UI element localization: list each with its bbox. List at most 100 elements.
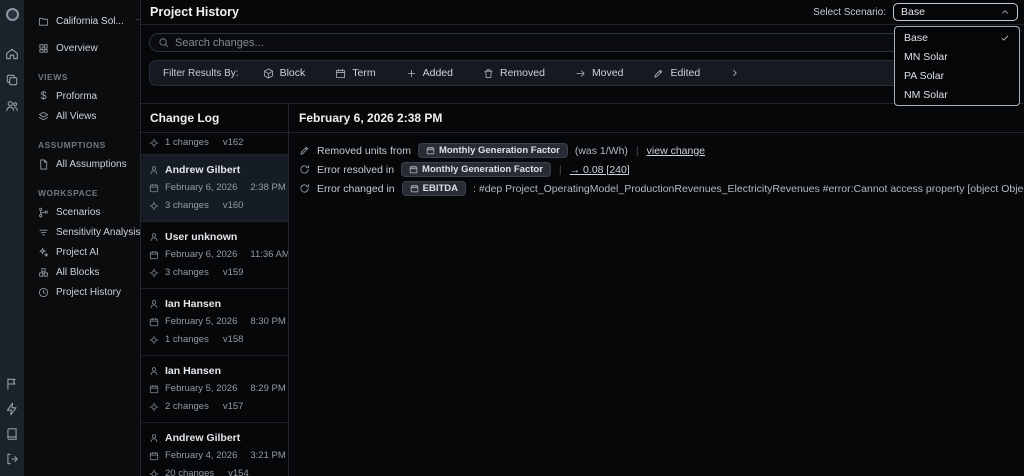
calendar-icon xyxy=(149,317,159,327)
sidebar-item-all-views[interactable]: All Views xyxy=(24,106,140,126)
sparkles-icon xyxy=(38,247,49,258)
menu-item-base[interactable]: Base xyxy=(895,28,1019,47)
pencil-icon xyxy=(299,145,310,156)
view-change-link[interactable]: view change xyxy=(647,145,705,157)
clock-icon xyxy=(38,287,49,298)
block-chip-label: EBITDA xyxy=(422,183,459,194)
commit-icon xyxy=(149,469,159,476)
pencil-icon xyxy=(653,68,664,79)
change-log-entry[interactable]: Andrew Gilbert February 6, 2026 2:38 PM … xyxy=(141,155,288,222)
version-label: v160 xyxy=(222,200,244,211)
trash-icon xyxy=(483,68,494,79)
projects-icon[interactable] xyxy=(5,73,19,87)
menu-item-mn-solar[interactable]: MN Solar xyxy=(895,47,1019,66)
calendar-icon xyxy=(409,165,418,174)
detail-title: February 6, 2026 2:38 PM xyxy=(289,104,1024,133)
menu-item-pa-solar[interactable]: PA Solar xyxy=(895,66,1019,85)
book-icon[interactable] xyxy=(5,427,19,441)
entry-date: February 4, 2026 xyxy=(165,450,238,461)
change-log-entry-partial[interactable]: 1 changes v162 xyxy=(141,133,288,155)
blocks-icon xyxy=(38,267,49,278)
main-header: Project History Select Scenario: Base xyxy=(141,0,1024,25)
filter-chip-added[interactable]: Added xyxy=(406,67,453,79)
search-input[interactable] xyxy=(175,36,1007,49)
change-log-entry[interactable]: Ian Hansen February 5, 2026 8:29 PM 2 ch… xyxy=(141,356,288,423)
value-change-link[interactable]: → 0.08 [240] xyxy=(570,164,630,176)
sidebar-item-scenarios[interactable]: Scenarios xyxy=(24,202,140,222)
grid-icon xyxy=(38,43,49,54)
layers-icon xyxy=(38,111,49,122)
change-log-entry[interactable]: Ian Hansen February 5, 2026 8:30 PM 1 ch… xyxy=(141,289,288,356)
change-description: Removed units from xyxy=(317,144,411,157)
change-row: Error resolved in Monthly Generation Fac… xyxy=(299,160,1024,179)
block-chip[interactable]: Monthly Generation Factor xyxy=(417,143,568,158)
changes-count: 1 changes xyxy=(165,137,209,148)
commit-icon xyxy=(149,335,159,345)
logout-icon[interactable] xyxy=(5,452,19,466)
changes-count: 1 changes xyxy=(165,334,209,345)
cube-icon xyxy=(263,68,274,79)
sidebar-item-label: Overview xyxy=(56,42,98,54)
change-log-entry[interactable]: Andrew Gilbert February 4, 2026 3:21 PM … xyxy=(141,423,288,476)
project-name: California Sol... xyxy=(56,15,124,27)
error-message: : #dep Project_OperatingModel_Production… xyxy=(473,182,1024,195)
changes-count: 3 changes xyxy=(165,267,209,278)
sidebar-item-sensitivity-analysis[interactable]: Sensitivity Analysis xyxy=(24,222,140,242)
sidebar-item-all-assumptions[interactable]: All Assumptions xyxy=(24,154,140,174)
flag-icon[interactable] xyxy=(5,377,19,391)
sidebar-item-label: Project AI xyxy=(56,246,99,258)
sidebar: California Sol... Overview VIEWS $ Profo… xyxy=(24,0,140,476)
commit-icon xyxy=(149,268,159,278)
filter-chip-label: Term xyxy=(352,67,376,79)
filter-chip-edited[interactable]: Edited xyxy=(653,67,700,79)
entry-date: February 6, 2026 xyxy=(165,249,238,260)
sidebar-item-all-blocks[interactable]: All Blocks xyxy=(24,262,140,282)
app-logo-icon[interactable] xyxy=(5,8,19,21)
arrow-right-icon xyxy=(575,68,586,79)
menu-item-label: MN Solar xyxy=(904,50,948,63)
calendar-icon xyxy=(149,183,159,193)
change-log-entry[interactable]: User unknown February 6, 2026 11:36 AM 3… xyxy=(141,222,288,289)
content-split: Change Log 1 changes v162 Andrew Gilbert xyxy=(141,103,1024,476)
filter-chip-term[interactable]: Term xyxy=(335,67,376,79)
zap-icon[interactable] xyxy=(5,402,19,416)
filter-chip-block[interactable]: Block xyxy=(263,67,306,79)
home-icon[interactable] xyxy=(5,47,19,61)
users-icon[interactable] xyxy=(5,99,19,113)
menu-item-label: Base xyxy=(904,31,928,44)
project-selector[interactable]: California Sol... xyxy=(24,10,140,32)
sidebar-item-project-ai[interactable]: Project AI xyxy=(24,242,140,262)
block-chip[interactable]: Monthly Generation Factor xyxy=(401,162,551,177)
menu-item-nm-solar[interactable]: NM Solar xyxy=(895,85,1019,104)
commit-icon xyxy=(149,138,159,148)
filter-lines-icon xyxy=(38,227,49,238)
sidebar-item-label: All Assumptions xyxy=(56,158,127,170)
entry-author: Andrew Gilbert xyxy=(165,164,241,176)
filter-chip-removed[interactable]: Removed xyxy=(483,67,545,79)
calendar-icon xyxy=(149,451,159,461)
entry-time: 3:21 PM xyxy=(250,450,286,461)
change-log-title: Change Log xyxy=(141,104,288,133)
sync-error-icon xyxy=(299,164,310,175)
search-bar xyxy=(149,33,1016,52)
sidebar-item-project-history[interactable]: Project History xyxy=(24,282,140,302)
version-label: v154 xyxy=(228,468,249,476)
scenario-menu: Base MN Solar PA Solar NM Solar xyxy=(894,26,1020,106)
change-description: Error resolved in xyxy=(317,163,395,176)
sidebar-item-label: All Blocks xyxy=(56,266,100,278)
section-workspace: WORKSPACE xyxy=(38,188,99,198)
filter-chip-moved[interactable]: Moved xyxy=(575,67,623,79)
chevron-up-icon xyxy=(1000,7,1010,17)
block-chip[interactable]: EBITDA xyxy=(401,181,467,196)
entry-date: February 5, 2026 xyxy=(165,316,238,327)
entry-time: 8:29 PM xyxy=(250,383,286,394)
chevron-right-icon[interactable] xyxy=(730,68,740,78)
person-icon xyxy=(149,232,159,242)
scenario-label: Select Scenario: xyxy=(813,6,886,18)
scenario-select[interactable]: Base xyxy=(893,3,1018,21)
menu-item-label: NM Solar xyxy=(904,88,948,101)
sidebar-item-overview[interactable]: Overview xyxy=(24,38,140,58)
filter-chip-label: Block xyxy=(279,67,306,79)
calendar-icon xyxy=(426,146,435,155)
sidebar-item-proforma[interactable]: $ Proforma xyxy=(24,86,140,106)
